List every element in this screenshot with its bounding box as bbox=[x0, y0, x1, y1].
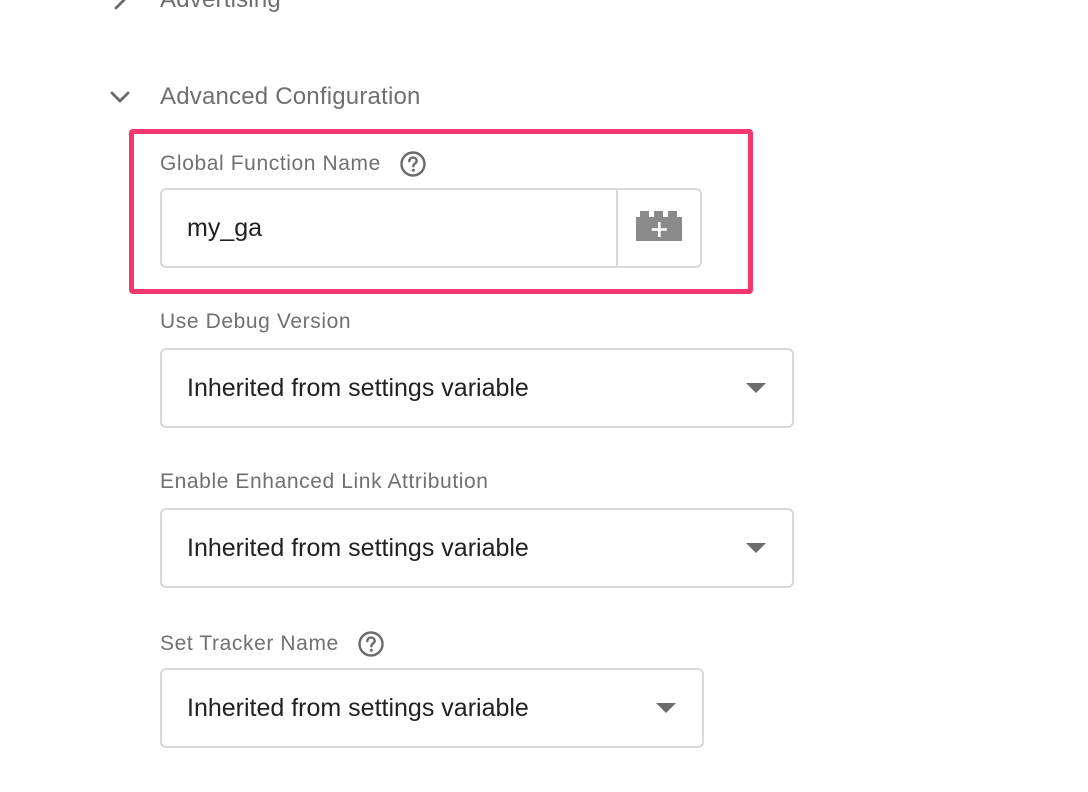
help-circle-icon[interactable] bbox=[357, 630, 385, 658]
add-variable-brick-icon bbox=[636, 210, 682, 246]
use-debug-version-label-text: Use Debug Version bbox=[160, 310, 352, 333]
global-function-name-value[interactable]: my_ga bbox=[162, 190, 616, 266]
use-debug-version-select[interactable]: Inherited from settings variable bbox=[160, 348, 794, 428]
insert-variable-button[interactable] bbox=[616, 190, 700, 266]
set-tracker-name-label-text: Set Tracker Name bbox=[160, 632, 339, 655]
section-title-advanced-configuration: Advanced Configuration bbox=[160, 83, 421, 110]
global-function-name-input[interactable]: my_ga bbox=[160, 188, 702, 268]
section-title-advertising: Advertising bbox=[160, 0, 281, 14]
enhanced-link-attribution-selected: Inherited from settings variable bbox=[187, 533, 529, 562]
set-tracker-name-selected: Inherited from settings variable bbox=[187, 693, 529, 722]
dropdown-arrow-icon bbox=[746, 383, 766, 393]
use-debug-version-label: Use Debug Version bbox=[160, 310, 351, 334]
enhanced-link-attribution-label-text: Enable Enhanced Link Attribution bbox=[160, 470, 489, 493]
section-advertising[interactable]: Advertising bbox=[108, 0, 281, 14]
chevron-down-icon bbox=[108, 85, 132, 109]
help-circle-icon[interactable] bbox=[399, 150, 427, 178]
dropdown-arrow-icon bbox=[656, 703, 676, 713]
dropdown-arrow-icon bbox=[746, 543, 766, 553]
enhanced-link-attribution-select[interactable]: Inherited from settings variable bbox=[160, 508, 794, 588]
global-function-name-label: Global Function Name bbox=[160, 150, 427, 178]
chevron-right-icon bbox=[108, 0, 132, 12]
tag-configuration-panel: Advertising Advanced Configuration Globa… bbox=[0, 0, 1088, 792]
set-tracker-name-label: Set Tracker Name bbox=[160, 630, 385, 658]
global-function-name-label-text: Global Function Name bbox=[160, 152, 381, 175]
section-advanced-configuration[interactable]: Advanced Configuration bbox=[108, 83, 421, 111]
set-tracker-name-select[interactable]: Inherited from settings variable bbox=[160, 668, 704, 748]
use-debug-version-selected: Inherited from settings variable bbox=[187, 373, 529, 402]
enhanced-link-attribution-label: Enable Enhanced Link Attribution bbox=[160, 470, 489, 494]
